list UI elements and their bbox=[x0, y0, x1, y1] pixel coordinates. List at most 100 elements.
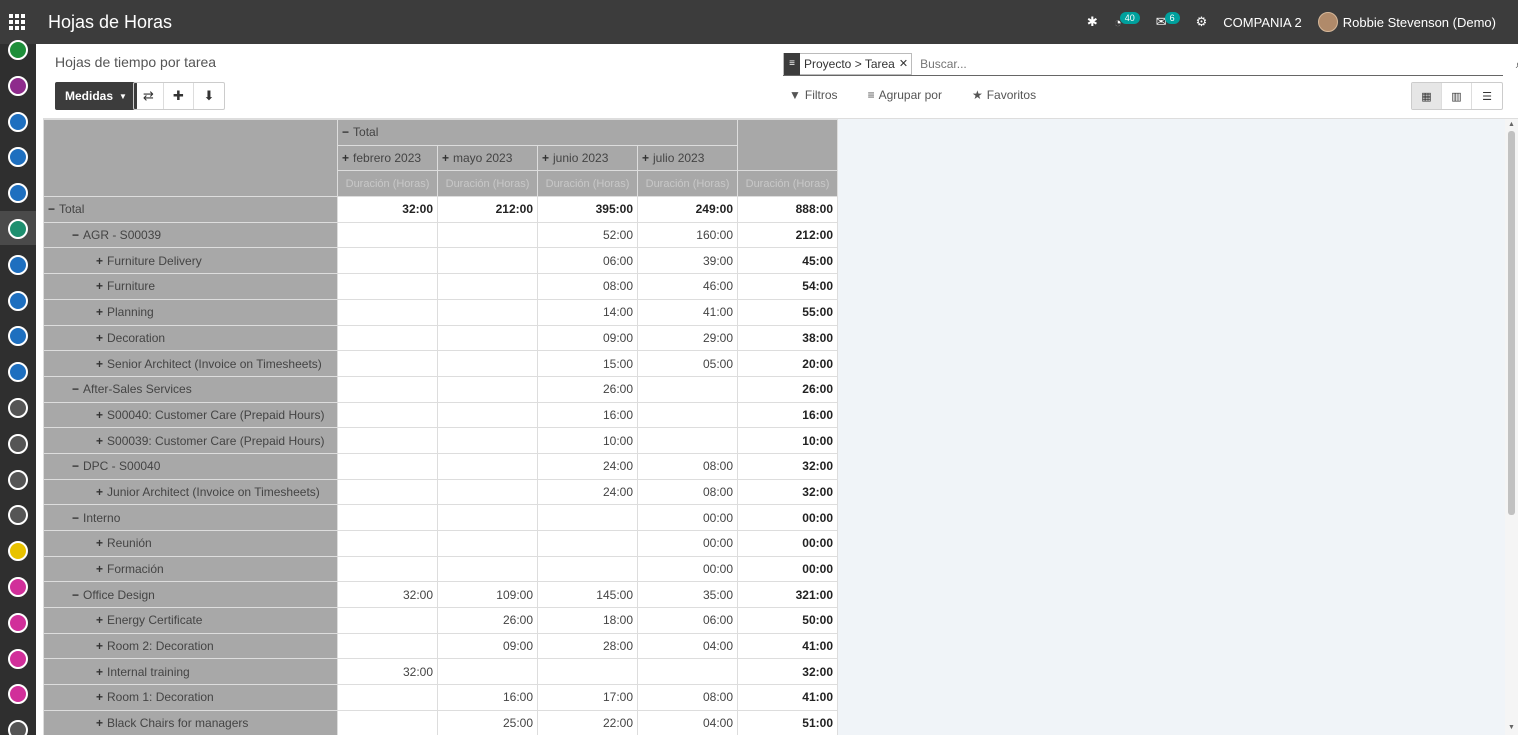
pivot-total-cell[interactable]: 50:00 bbox=[737, 607, 838, 634]
col-header-month[interactable]: + junio 2023 bbox=[537, 144, 638, 172]
row-header[interactable]: + Furniture Delivery bbox=[43, 247, 338, 275]
activities-button[interactable]: ◔ 40 bbox=[1106, 0, 1148, 44]
row-header[interactable]: + Formación bbox=[43, 555, 338, 583]
pivot-cell[interactable]: 08:00 bbox=[537, 273, 638, 300]
pivot-total-cell[interactable]: 26:00 bbox=[737, 375, 838, 403]
pivot-cell[interactable] bbox=[337, 478, 438, 506]
measure-header[interactable]: Duración (Horas) bbox=[537, 170, 638, 198]
pivot-cell[interactable]: 25:00 bbox=[437, 709, 538, 735]
pivot-cell[interactable]: 00:00 bbox=[637, 504, 738, 531]
pivot-cell[interactable] bbox=[437, 478, 538, 506]
pivot-total-cell[interactable]: 32:00 bbox=[737, 658, 838, 686]
download-button[interactable]: ⬇ bbox=[194, 83, 224, 109]
pivot-cell[interactable]: 26:00 bbox=[537, 375, 638, 403]
sidebar-app-icon[interactable] bbox=[8, 362, 28, 383]
pivot-cell[interactable] bbox=[437, 555, 538, 583]
col-header-total[interactable]: − Total bbox=[337, 119, 738, 146]
row-header[interactable]: + S00040: Customer Care (Prepaid Hours) bbox=[43, 401, 338, 429]
pivot-cell[interactable] bbox=[337, 375, 438, 403]
sidebar-app-icon[interactable] bbox=[8, 684, 28, 705]
company-switcher[interactable]: COMPANIA 2 bbox=[1215, 0, 1310, 44]
pivot-total-cell[interactable]: 32:00 bbox=[737, 478, 838, 506]
pivot-cell[interactable]: 160:00 bbox=[637, 221, 738, 249]
sidebar-app-icon[interactable] bbox=[8, 612, 28, 633]
row-header[interactable]: + Planning bbox=[43, 298, 338, 326]
pivot-cell[interactable] bbox=[337, 273, 438, 300]
pivot-cell[interactable] bbox=[637, 658, 738, 686]
measure-header[interactable]: Duración (Horas) bbox=[437, 170, 538, 198]
pivot-cell[interactable] bbox=[437, 350, 538, 377]
row-header[interactable]: + Furniture bbox=[43, 273, 338, 300]
pivot-cell[interactable]: 05:00 bbox=[637, 350, 738, 377]
pivot-cell[interactable]: 395:00 bbox=[537, 196, 638, 223]
col-header-month[interactable]: + febrero 2023 bbox=[337, 144, 438, 172]
pivot-total-cell[interactable]: 888:00 bbox=[737, 196, 838, 223]
row-header[interactable]: − Interno bbox=[43, 504, 338, 531]
pivot-cell[interactable] bbox=[537, 530, 638, 557]
pivot-total-cell[interactable]: 38:00 bbox=[737, 324, 838, 352]
pivot-cell[interactable]: 06:00 bbox=[637, 607, 738, 634]
sidebar-app-icon[interactable] bbox=[8, 433, 28, 454]
list-view-button[interactable]: ☰ bbox=[1472, 83, 1502, 109]
pivot-cell[interactable]: 24:00 bbox=[537, 452, 638, 480]
row-header[interactable]: + Junior Architect (Invoice on Timesheets… bbox=[43, 478, 338, 506]
pivot-cell[interactable] bbox=[437, 324, 538, 352]
measures-button[interactable]: Medidas ▼ bbox=[55, 82, 137, 110]
sidebar-app-icon[interactable] bbox=[8, 505, 28, 526]
pivot-cell[interactable]: 10:00 bbox=[537, 427, 638, 454]
row-header[interactable]: + Energy Certificate bbox=[43, 607, 338, 634]
settings-button[interactable]: ⚙ bbox=[1188, 0, 1216, 44]
row-header[interactable]: + Black Chairs for managers bbox=[43, 709, 338, 735]
pivot-cell[interactable] bbox=[337, 427, 438, 454]
pivot-cell[interactable]: 32:00 bbox=[337, 581, 438, 609]
sidebar-app-icon[interactable] bbox=[8, 40, 28, 60]
pivot-cell[interactable]: 145:00 bbox=[537, 581, 638, 609]
pivot-total-cell[interactable]: 51:00 bbox=[737, 709, 838, 735]
pivot-cell[interactable] bbox=[337, 555, 438, 583]
pivot-cell[interactable]: 28:00 bbox=[537, 632, 638, 660]
pivot-cell[interactable]: 08:00 bbox=[637, 478, 738, 506]
search-input[interactable] bbox=[912, 52, 1503, 75]
pivot-cell[interactable]: 00:00 bbox=[637, 555, 738, 583]
row-header[interactable]: + S00039: Customer Care (Prepaid Hours) bbox=[43, 427, 338, 454]
pivot-cell[interactable]: 16:00 bbox=[437, 684, 538, 711]
pivot-total-cell[interactable]: 41:00 bbox=[737, 684, 838, 711]
pivot-cell[interactable]: 24:00 bbox=[537, 478, 638, 506]
pivot-total-cell[interactable]: 41:00 bbox=[737, 632, 838, 660]
pivot-cell[interactable]: 04:00 bbox=[637, 632, 738, 660]
pivot-cell[interactable]: 26:00 bbox=[437, 607, 538, 634]
pivot-cell[interactable]: 32:00 bbox=[337, 658, 438, 686]
pivot-total-cell[interactable]: 00:00 bbox=[737, 555, 838, 583]
scroll-up-icon[interactable]: ▲ bbox=[1508, 121, 1515, 128]
pivot-cell[interactable] bbox=[437, 530, 538, 557]
sidebar-app-icon[interactable] bbox=[8, 219, 28, 239]
row-header[interactable]: − Total bbox=[43, 196, 338, 223]
sidebar-app-icon[interactable] bbox=[8, 254, 28, 275]
row-header[interactable]: + Room 1: Decoration bbox=[43, 684, 338, 711]
pivot-cell[interactable]: 32:00 bbox=[337, 196, 438, 223]
row-header[interactable]: + Senior Architect (Invoice on Timesheets… bbox=[43, 350, 338, 377]
pivot-cell[interactable] bbox=[337, 530, 438, 557]
row-header[interactable]: − After-Sales Services bbox=[43, 375, 338, 403]
sidebar-app-icon[interactable] bbox=[8, 541, 28, 562]
pivot-cell[interactable] bbox=[437, 658, 538, 686]
measure-header[interactable]: Duración (Horas) bbox=[637, 170, 738, 198]
sidebar-app-icon[interactable] bbox=[8, 326, 28, 347]
pivot-cell[interactable] bbox=[337, 684, 438, 711]
pivot-cell[interactable] bbox=[337, 504, 438, 531]
pivot-total-cell[interactable]: 00:00 bbox=[737, 504, 838, 531]
sidebar-app-icon[interactable] bbox=[8, 111, 28, 132]
content-scrollbar[interactable]: ▲ ▼ bbox=[1505, 119, 1518, 735]
pivot-cell[interactable]: 08:00 bbox=[637, 452, 738, 480]
pivot-cell[interactable] bbox=[437, 273, 538, 300]
debug-button[interactable]: ✱ bbox=[1079, 0, 1106, 44]
pivot-cell[interactable] bbox=[437, 298, 538, 326]
pivot-total-cell[interactable]: 32:00 bbox=[737, 452, 838, 480]
pivot-cell[interactable] bbox=[337, 350, 438, 377]
pivot-cell[interactable]: 18:00 bbox=[537, 607, 638, 634]
col-header-month[interactable]: + mayo 2023 bbox=[437, 144, 538, 172]
pivot-cell[interactable] bbox=[537, 658, 638, 686]
pivot-cell[interactable] bbox=[637, 401, 738, 429]
pivot-cell[interactable] bbox=[637, 375, 738, 403]
sidebar-app-icon[interactable] bbox=[8, 577, 28, 597]
